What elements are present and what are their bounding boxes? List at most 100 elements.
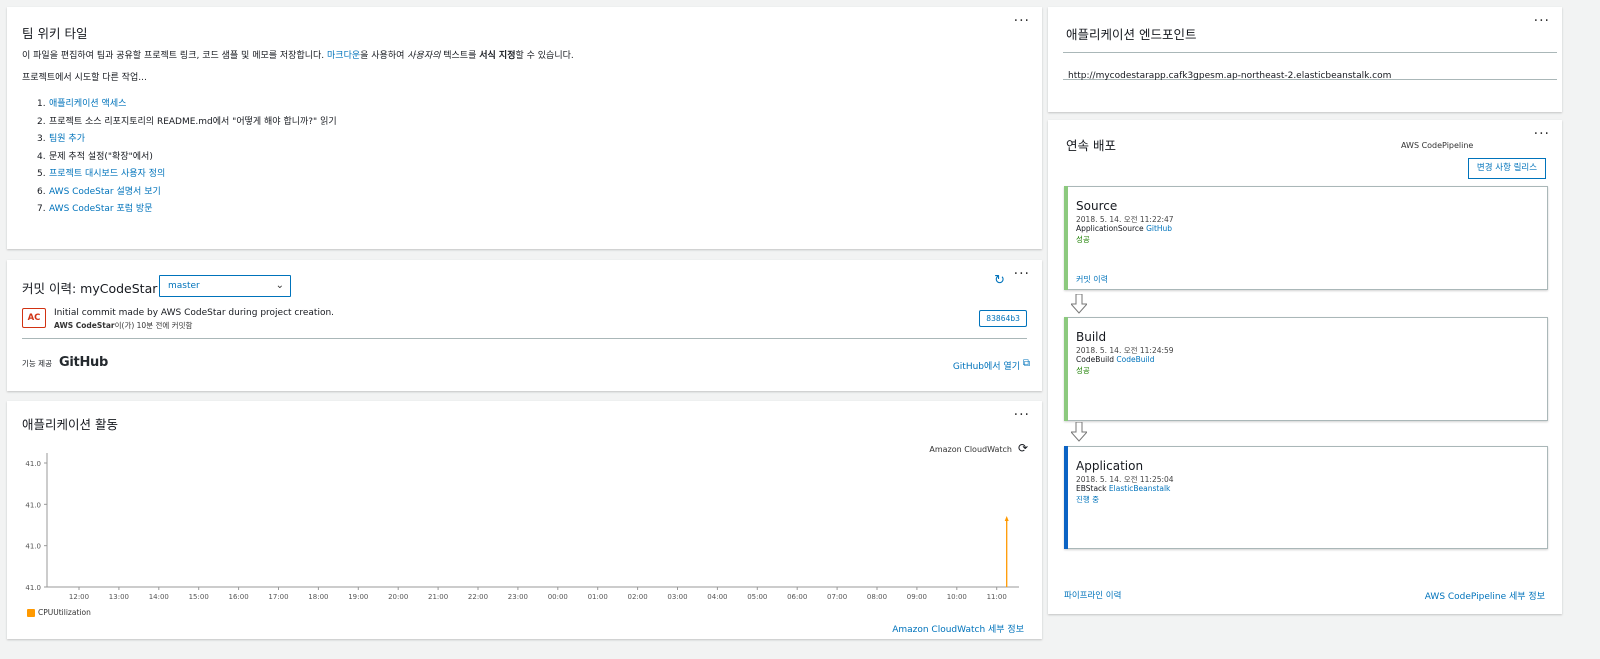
x-tick-label: 06:00 <box>787 593 807 601</box>
chevron-down-icon: ⌄ <box>275 280 284 291</box>
github-link[interactable]: GitHub <box>1146 224 1172 233</box>
data-point-marker <box>1004 516 1009 521</box>
x-tick-label: 19:00 <box>348 593 368 601</box>
stage-status: 성공 <box>1076 366 1090 375</box>
docs-link[interactable]: AWS CodeStar 설명서 보기 <box>49 187 161 197</box>
list-item-text: 프로젝트 소스 리포지토리의 README.md에서 "어떻게 해야 합니까?"… <box>49 116 337 127</box>
powered-by-label: 기능 제공 <box>22 359 52 368</box>
commit-message: Initial commit made by AWS CodeStar duri… <box>54 308 335 318</box>
pipeline-more-icon[interactable]: ··· <box>1534 127 1550 141</box>
codepipeline-detail-link[interactable]: AWS CodePipeline 세부 정보 <box>1425 589 1545 602</box>
x-tick-label: 13:00 <box>109 593 129 601</box>
item-number: 2. <box>37 116 46 127</box>
github-logo: GitHub <box>59 355 108 370</box>
x-tick-label: 10:00 <box>947 593 967 601</box>
external-link-icon[interactable]: ⧉ <box>1023 358 1030 369</box>
stage-action: ApplicationSource GitHub <box>1076 224 1172 233</box>
wiki-more-icon[interactable]: ··· <box>1014 14 1030 28</box>
avatar: AC <box>22 308 46 328</box>
application-endpoint-panel: 애플리케이션 엔드포인트 ··· http://mycodestarapp.ca… <box>1048 7 1562 112</box>
x-tick-label: 18:00 <box>308 593 328 601</box>
action-name: CodeBuild <box>1076 355 1115 364</box>
branch-value: master <box>168 281 200 291</box>
list-item[interactable]: 6. AWS CodeStar 설명서 보기 <box>37 184 337 202</box>
x-tick-label: 20:00 <box>388 593 408 601</box>
endpoint-title: 애플리케이션 엔드포인트 <box>1066 27 1197 42</box>
endpoint-more-icon[interactable]: ··· <box>1534 14 1550 28</box>
x-tick-label: 21:00 <box>428 593 448 601</box>
commit-history-link[interactable]: 커밋 이력 <box>1076 274 1108 285</box>
release-change-button[interactable]: 변경 사항 릴리스 <box>1468 158 1546 179</box>
commit-meta: AWS CodeStar이(가) 10분 전에 커밋함 <box>54 320 192 331</box>
markdown-link[interactable]: 마크다운 <box>327 51 360 61</box>
add-team-member-link[interactable]: 팀원 추가 <box>49 134 85 144</box>
wiki-description: 이 파일을 편집하여 팀과 공유할 프로젝트 링크, 코드 샘플 및 메모를 저… <box>22 48 574 61</box>
x-tick-label: 03:00 <box>667 593 687 601</box>
item-number: 3. <box>37 134 46 144</box>
y-tick-label: 41.0 <box>25 543 41 551</box>
branch-select[interactable]: master ⌄ <box>159 275 291 297</box>
item-number: 5. <box>37 169 46 179</box>
arrow-down-icon <box>1071 422 1087 442</box>
x-tick-label: 01:00 <box>588 593 608 601</box>
y-tick-label: 41.0 <box>25 501 41 509</box>
commit-hash-button[interactable]: 83864b3 <box>979 310 1027 327</box>
legend-label: CPUUtilization <box>38 608 91 617</box>
list-item[interactable]: 5. 프로젝트 대시보드 사용자 정의 <box>37 166 337 184</box>
list-item[interactable]: 3. 팀원 추가 <box>37 131 337 149</box>
commit-history-title: 커밋 이력: myCodeStar <box>22 281 158 296</box>
stage-status-bar <box>1064 446 1068 549</box>
action-name: EBStack <box>1076 484 1107 493</box>
chart-legend: CPUUtilization <box>27 608 91 617</box>
codepipeline-label: AWS CodePipeline <box>1401 141 1474 150</box>
x-tick-label: 12:00 <box>69 593 89 601</box>
elasticbeanstalk-link[interactable]: ElasticBeanstalk <box>1109 484 1170 493</box>
legend-swatch <box>27 609 35 617</box>
stage-action: CodeBuild CodeBuild <box>1076 355 1154 364</box>
x-tick-label: 15:00 <box>189 593 209 601</box>
team-wiki-panel: 팀 위키 타일 ··· 이 파일을 편집하여 팀과 공유할 프로젝트 링크, 코… <box>7 7 1042 249</box>
list-item[interactable]: 7. AWS CodeStar 포럼 방문 <box>37 201 337 219</box>
commit-history-panel: 커밋 이력: myCodeStar master ⌄ ↻ ··· AC Initi… <box>7 260 1042 391</box>
list-item[interactable]: 1. 애플리케이션 액세스 <box>37 96 337 114</box>
commit-time: 이(가) 10분 전에 커밋함 <box>114 321 193 330</box>
open-in-github-link[interactable]: GitHub에서 열기 <box>953 359 1020 372</box>
forum-link[interactable]: AWS CodeStar 포럼 방문 <box>49 204 152 214</box>
codebuild-link[interactable]: CodeBuild <box>1116 355 1154 364</box>
x-tick-label: 17:00 <box>268 593 288 601</box>
wiki-title: 팀 위키 타일 <box>22 26 88 41</box>
wiki-task-list: 1. 애플리케이션 액세스 2. 프로젝트 소스 리포지토리의 README.md에… <box>37 96 337 219</box>
stage-status: 진행 중 <box>1076 495 1100 504</box>
refresh-icon[interactable]: ↻ <box>994 273 1005 288</box>
stage-source: Source 2018. 5. 14. 오전 11:22:47 Applicat… <box>1064 186 1548 290</box>
customize-dashboard-link[interactable]: 프로젝트 대시보드 사용자 정의 <box>49 169 165 179</box>
x-tick-label: 22:00 <box>468 593 488 601</box>
stage-status-bar <box>1064 186 1068 290</box>
list-item: 2. 프로젝트 소스 리포지토리의 README.md에서 "어떻게 해야 합니까… <box>37 114 337 132</box>
cpu-chart: 41.0 41.0 41.0 41.0 12:00 13:00 14:00 15:00 16:0… <box>25 453 1019 601</box>
commits-more-icon[interactable]: ··· <box>1014 267 1030 281</box>
y-tick-label: 41.0 <box>25 460 41 468</box>
x-tick-label: 14:00 <box>149 593 169 601</box>
x-tick-label: 05:00 <box>747 593 767 601</box>
item-number: 1. <box>37 99 46 109</box>
pipeline-history-link[interactable]: 파이프라인 이력 <box>1064 589 1121 601</box>
list-item-text: 문제 추적 설정("확장"에서) <box>49 151 153 162</box>
item-number: 4. <box>37 151 46 162</box>
y-tick-label: 41.0 <box>25 584 41 592</box>
stage-name: Source <box>1076 199 1118 213</box>
access-app-link[interactable]: 애플리케이션 액세스 <box>49 99 126 109</box>
x-tick-label: 23:00 <box>508 593 528 601</box>
application-activity-panel: 애플리케이션 활동 ··· Amazon CloudWatch ⟳ 41.0 41… <box>7 401 1042 639</box>
cloudwatch-detail-link[interactable]: Amazon CloudWatch 세부 정보 <box>892 622 1024 635</box>
stage-name: Application <box>1076 459 1144 473</box>
desc-text: 이 파일을 편집하여 팀과 공유할 프로젝트 링크, 코드 샘플 및 메모를 저… <box>22 51 328 61</box>
item-number: 6. <box>37 186 46 197</box>
x-tick-label: 09:00 <box>907 593 927 601</box>
endpoint-url[interactable]: http://mycodestarapp.cafk3gpesm.ap-north… <box>1068 71 1391 81</box>
desc-italic: 사용자의 <box>407 51 441 61</box>
wiki-subtitle: 프로젝트에서 시도할 다른 작업... <box>22 73 147 83</box>
x-tick-label: 00:00 <box>548 593 568 601</box>
stage-action: EBStack ElasticBeanstalk <box>1076 484 1170 493</box>
action-name: ApplicationSource <box>1076 224 1144 233</box>
